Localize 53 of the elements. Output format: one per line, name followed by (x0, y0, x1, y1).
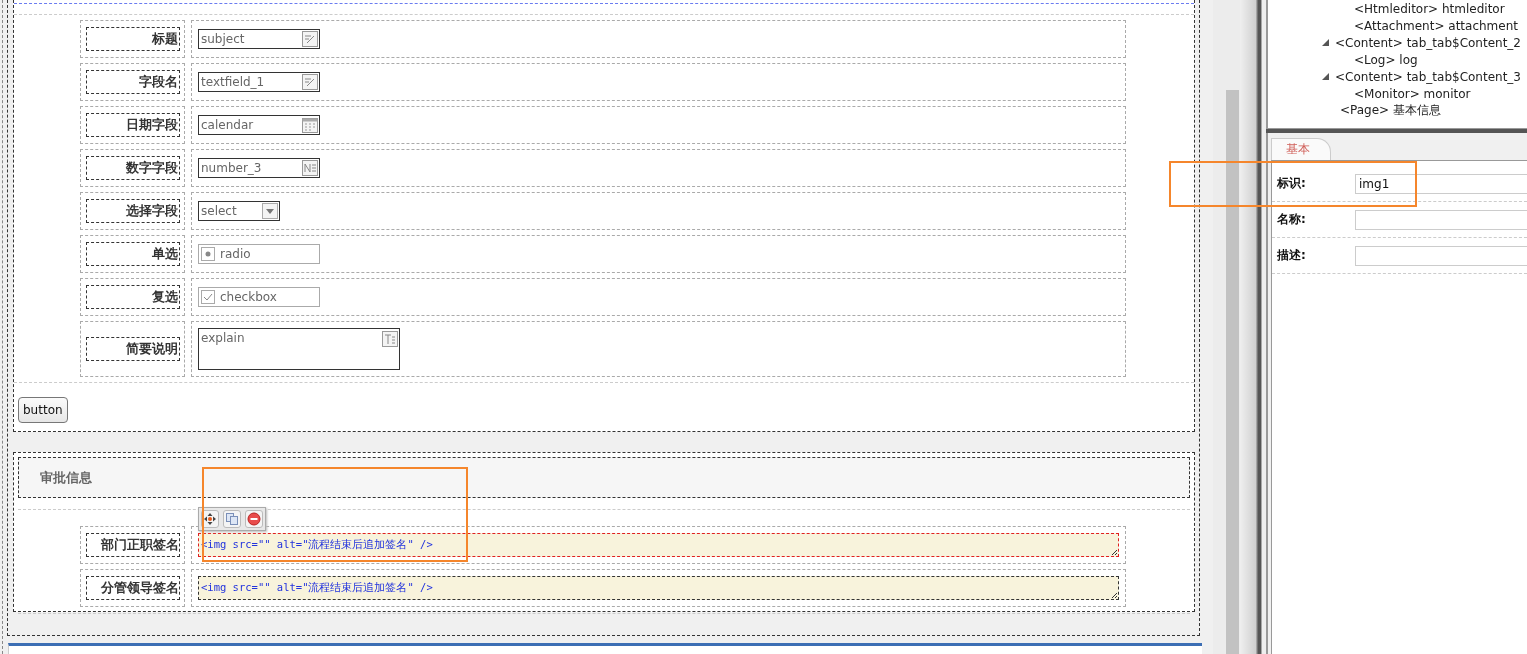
property-label: 标识: (1276, 175, 1307, 192)
input-field[interactable]: number_3 (198, 158, 320, 178)
field-label: 字段名 (85, 70, 180, 94)
button[interactable]: button (18, 397, 68, 423)
field-label: 复选 (85, 285, 180, 309)
copy-icon (225, 512, 239, 526)
delete-button[interactable] (245, 510, 263, 528)
splitter[interactable] (1240, 0, 1266, 654)
field-label: 选择字段 (85, 199, 180, 223)
resize-grip-icon (1111, 549, 1118, 556)
tree-item[interactable]: <Page> 基本信息 (1340, 102, 1441, 119)
caret-icon (262, 203, 278, 219)
radio-icon (201, 247, 215, 261)
input-field[interactable]: calendar (198, 115, 320, 135)
input-field[interactable] (1355, 209, 1527, 230)
tree-item[interactable]: <Attachment> attachment (1354, 18, 1518, 33)
property-label: 名称: (1276, 211, 1307, 228)
text-area[interactable]: explain (198, 328, 400, 370)
field-label: 部门正职签名 (85, 533, 180, 557)
list-icon (302, 160, 318, 176)
section-title: 审批信息 (40, 468, 92, 487)
checkbox-icon (201, 290, 215, 304)
triangle-icon[interactable] (1322, 39, 1329, 46)
radio-button[interactable]: radio (198, 244, 320, 264)
field-label: 标题 (85, 27, 180, 51)
field-label: 分管领导签名 (85, 576, 180, 600)
input-field[interactable]: subject (198, 29, 320, 49)
resize-grip-icon (1111, 592, 1118, 599)
input-field[interactable]: img1 (1355, 173, 1527, 194)
edit-icon (302, 31, 318, 47)
calendar-icon (302, 117, 318, 133)
scrollbar-thumb[interactable] (1226, 90, 1239, 654)
input-field[interactable]: <img src="" alt="流程结束后追加签名" /> (198, 576, 1119, 600)
tree-item[interactable]: <Content> tab_tab$Content_2 (1335, 35, 1521, 50)
field-label: 简要说明 (85, 337, 180, 361)
tree-item[interactable]: <Log> log (1354, 52, 1418, 67)
checkbox[interactable]: checkbox (198, 287, 320, 307)
delete-icon (247, 512, 261, 526)
input-field[interactable] (1355, 245, 1527, 266)
dropdown[interactable]: select (198, 201, 280, 221)
property-label: 描述: (1276, 247, 1307, 264)
tree-item[interactable]: <Monitor> monitor (1354, 86, 1471, 101)
field-label: 数字字段 (85, 156, 180, 180)
tree-item[interactable]: <Htmleditor> htmleditor (1354, 1, 1505, 16)
field-label: 日期字段 (85, 113, 180, 137)
tree-item[interactable]: <Content> tab_tab$Content_3 (1335, 69, 1521, 84)
triangle-icon[interactable] (1322, 73, 1329, 80)
field-label: 单选 (85, 242, 180, 266)
text-icon (382, 331, 398, 347)
tab[interactable]: 基本 (1271, 138, 1331, 160)
input-field[interactable]: textfield_1 (198, 72, 320, 92)
edit-icon (302, 74, 318, 90)
move-icon (203, 512, 217, 526)
